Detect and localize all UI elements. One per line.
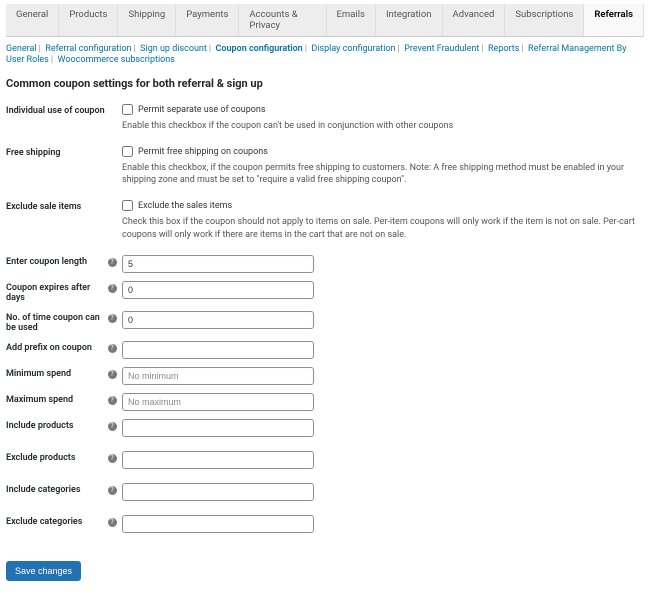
tab-accounts-privacy[interactable]: Accounts & Privacy — [239, 4, 326, 36]
checkbox-free-shipping[interactable] — [122, 146, 133, 157]
checkbox-exclude-sale-items-label: Exclude the sales items — [138, 201, 232, 211]
label-include-products: Include products — [6, 419, 106, 431]
field-free-shipping[interactable]: Permit free shipping on coupons — [122, 146, 644, 157]
desc-individual-use: Enable this checkbox if the coupon can't… — [122, 120, 644, 132]
tab-payments[interactable]: Payments — [176, 4, 239, 36]
help-icon[interactable]: ? — [108, 370, 117, 379]
tab-shipping[interactable]: Shipping — [118, 4, 176, 36]
input-coupon-expires[interactable] — [122, 281, 314, 299]
subnav-woocommerce-subscriptions[interactable]: Woocommerce subscriptions — [58, 55, 175, 65]
subnav-reports[interactable]: Reports — [488, 44, 519, 54]
input-max-spend[interactable] — [122, 393, 314, 411]
input-include-categories[interactable] — [122, 483, 314, 501]
label-exclude-sale-items: Exclude sale items — [6, 200, 106, 212]
checkbox-free-shipping-label: Permit free shipping on coupons — [138, 147, 268, 157]
tab-advanced[interactable]: Advanced — [443, 4, 506, 36]
help-icon[interactable]: ? — [108, 284, 117, 293]
label-free-shipping: Free shipping — [6, 146, 106, 158]
checkbox-exclude-sale-items[interactable] — [122, 200, 133, 211]
subnav-referral-configuration[interactable]: Referral configuration — [45, 44, 131, 54]
checkbox-individual-use[interactable] — [122, 104, 133, 115]
subnav-signup-discount[interactable]: Sign up discount — [140, 44, 207, 54]
label-times-used: No. of time coupon can be used — [6, 311, 106, 333]
label-coupon-length: Enter coupon length — [6, 255, 106, 267]
desc-exclude-sale-items: Check this box if the coupon should not … — [122, 216, 644, 240]
field-individual-use[interactable]: Permit separate use of coupons — [122, 104, 644, 115]
tab-emails[interactable]: Emails — [327, 4, 376, 36]
input-exclude-products[interactable] — [122, 451, 314, 469]
top-tabs: General Products Shipping Payments Accou… — [6, 4, 644, 37]
subnav-general[interactable]: General — [6, 44, 37, 54]
help-icon[interactable]: ? — [108, 396, 117, 405]
input-times-used[interactable] — [122, 311, 314, 329]
subnav-prevent-fraudulent[interactable]: Prevent Fraudulent — [404, 44, 479, 54]
tab-referrals[interactable]: Referrals — [584, 4, 644, 36]
help-icon[interactable]: ? — [108, 486, 117, 495]
label-exclude-products: Exclude products — [6, 451, 106, 463]
help-icon[interactable]: ? — [108, 344, 117, 353]
subnav-coupon-configuration[interactable]: Coupon configuration — [216, 44, 303, 54]
save-button[interactable]: Save changes — [6, 561, 81, 581]
label-exclude-categories: Exclude categories — [6, 515, 106, 527]
help-icon[interactable]: ? — [108, 518, 117, 527]
label-individual-use: Individual use of coupon — [6, 104, 106, 116]
section-title: Common coupon settings for both referral… — [6, 77, 644, 90]
help-icon[interactable]: ? — [108, 314, 117, 323]
subnav-display-configuration[interactable]: Display configuration — [311, 44, 395, 54]
label-add-prefix: Add prefix on coupon — [6, 341, 106, 353]
desc-free-shipping: Enable this checkbox, if the coupon perm… — [122, 162, 644, 186]
help-icon[interactable]: ? — [108, 454, 117, 463]
input-add-prefix[interactable] — [122, 341, 314, 359]
checkbox-individual-use-label: Permit separate use of coupons — [138, 105, 266, 115]
tab-products[interactable]: Products — [59, 4, 118, 36]
tab-general[interactable]: General — [6, 4, 59, 36]
tab-integration[interactable]: Integration — [376, 4, 443, 36]
input-coupon-length[interactable] — [122, 255, 314, 273]
help-icon[interactable]: ? — [108, 422, 117, 431]
sub-nav: General| Referral configuration| Sign up… — [6, 37, 644, 69]
label-include-categories: Include categories — [6, 483, 106, 495]
input-include-products[interactable] — [122, 419, 314, 437]
label-coupon-expires: Coupon expires after days — [6, 281, 106, 303]
label-min-spend: Minimum spend — [6, 367, 106, 379]
input-min-spend[interactable] — [122, 367, 314, 385]
label-max-spend: Maximum spend — [6, 393, 106, 405]
tab-subscriptions[interactable]: Subscriptions — [505, 4, 584, 36]
help-icon[interactable]: ? — [108, 258, 117, 267]
input-exclude-categories[interactable] — [122, 515, 314, 533]
field-exclude-sale-items[interactable]: Exclude the sales items — [122, 200, 644, 211]
